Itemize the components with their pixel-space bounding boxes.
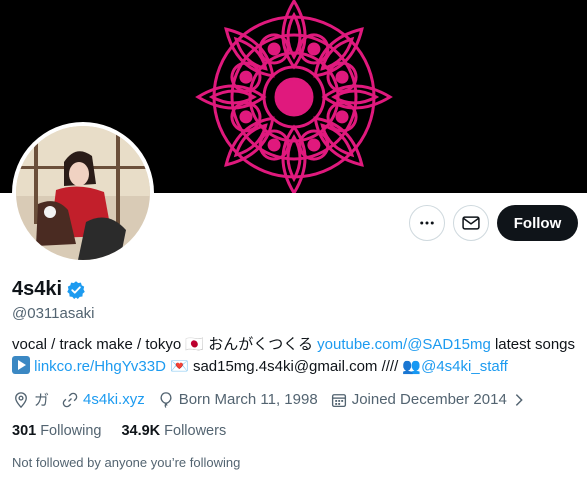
location-pin-icon xyxy=(15,391,27,408)
follow-button[interactable]: Follow xyxy=(497,205,578,241)
following-label: Following xyxy=(40,423,102,439)
message-button[interactable] xyxy=(453,205,489,241)
bio-text: vocal / track make / tokyo xyxy=(12,336,186,353)
bio-text: latest songs xyxy=(490,336,576,353)
envelope-icon xyxy=(462,216,480,230)
followers-count: 34.9K xyxy=(121,423,161,439)
handle: @0311asaki xyxy=(12,305,95,322)
bio-text: おんがくつくる xyxy=(204,336,318,353)
following-link[interactable]: 301 Following xyxy=(12,423,101,439)
email-text: sad15mg.4s4ki@gmail.com xyxy=(192,358,378,375)
birthday: Born March 11, 1998 xyxy=(157,391,318,409)
location-text: ガ xyxy=(34,392,50,409)
followers-label: Followers xyxy=(164,423,227,439)
not-followed-notice: Not followed by anyone you’re following xyxy=(12,455,241,470)
youtube-link[interactable]: youtube.com/@SAD15mg xyxy=(317,336,491,353)
name-row: 4s4ki xyxy=(12,278,86,301)
busts-emoji: 👥 xyxy=(402,358,422,375)
link-icon xyxy=(62,392,78,407)
staff-handle-link[interactable]: @4s4ki_staff xyxy=(421,358,508,375)
location: ガ xyxy=(12,389,49,410)
play-button-emoji xyxy=(12,356,30,381)
verified-badge-icon[interactable] xyxy=(66,280,86,300)
calendar-icon xyxy=(331,393,346,407)
followers-link[interactable]: 34.9K Followers xyxy=(121,423,226,439)
love-letter-emoji: 💌 xyxy=(170,358,189,375)
chevron-right-icon xyxy=(515,393,523,406)
more-dots-icon xyxy=(420,221,434,225)
website[interactable]: 4s4ki.xyz xyxy=(61,391,145,409)
japan-flag-emoji: 🇯🇵 xyxy=(185,336,205,353)
avatar-image xyxy=(16,126,150,260)
balloon-icon xyxy=(160,391,172,408)
born-text: Born March 11, 1998 xyxy=(178,391,318,408)
follow-stats: 301 Following 34.9K Followers xyxy=(12,423,246,439)
linkco-link[interactable]: linkco.re/HhgYv33D xyxy=(34,358,166,375)
bio-text: //// xyxy=(377,358,403,375)
avatar[interactable] xyxy=(12,122,154,264)
joined-text: Joined December 2014 xyxy=(351,391,507,408)
joined[interactable]: Joined December 2014 xyxy=(330,391,531,409)
bio: vocal / track make / tokyo 🇯🇵 おんがくつくる yo… xyxy=(12,334,577,381)
more-options-button[interactable] xyxy=(409,205,445,241)
website-link[interactable]: 4s4ki.xyz xyxy=(83,391,145,408)
profile-meta: ガ 4s4ki.xyz Born March 11, 1998 Joined D… xyxy=(12,389,543,410)
display-name: 4s4ki xyxy=(12,278,63,300)
following-count: 301 xyxy=(12,423,37,439)
